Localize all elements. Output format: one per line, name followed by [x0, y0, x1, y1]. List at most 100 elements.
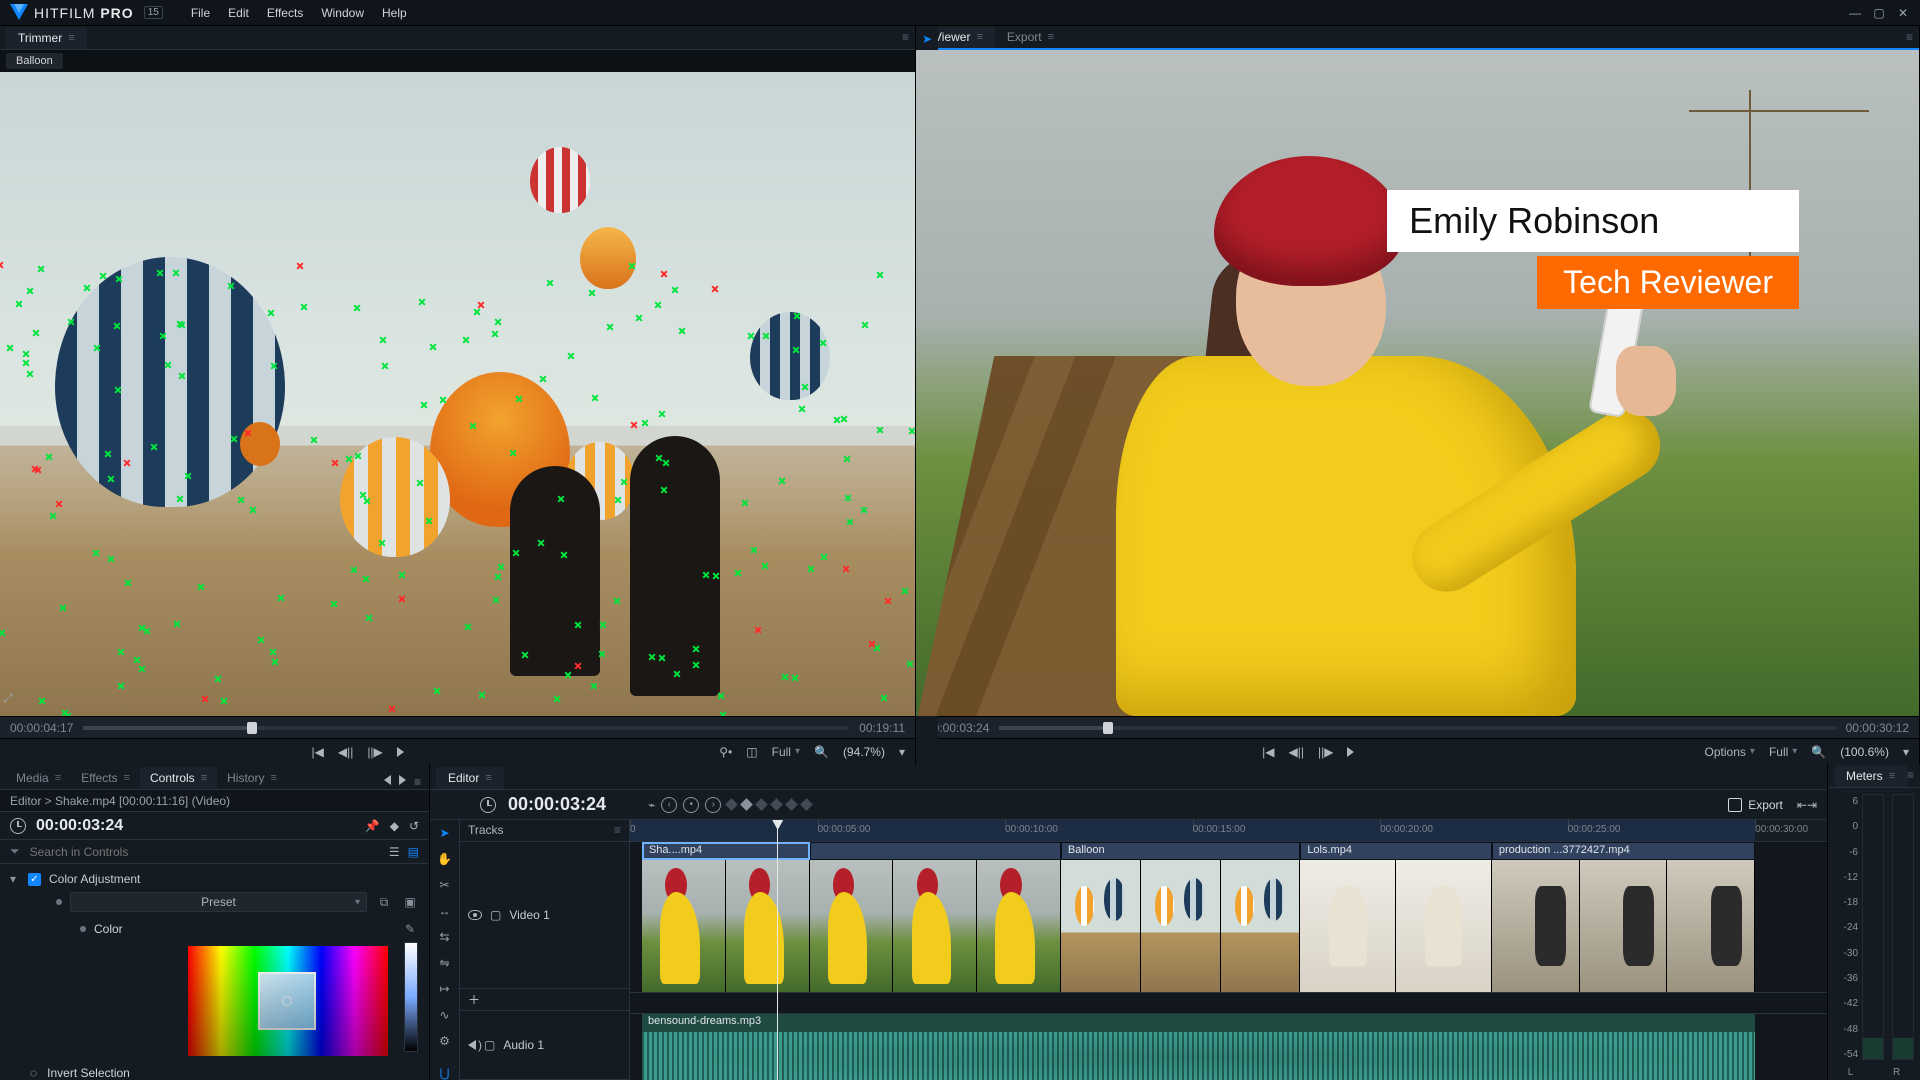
panel-menu-icon[interactable]: ≡ [1906, 30, 1913, 44]
color-cursor[interactable] [258, 972, 316, 1030]
lock-icon[interactable]: ▢ [490, 908, 501, 922]
clip-tab-balloon[interactable]: Balloon [6, 53, 63, 69]
tab-history[interactable]: History≡ [217, 767, 287, 789]
rate-tool-icon[interactable]: ∿ [435, 1008, 455, 1022]
panel-menu-icon[interactable]: ≡ [902, 30, 909, 44]
video-clip[interactable]: production ...3772427.mp4 [1492, 842, 1755, 860]
tab-editor[interactable]: Editor≡ [436, 767, 504, 789]
mask-tool-icon[interactable]: ◫ [746, 745, 757, 759]
marker-icon[interactable] [755, 798, 768, 811]
step-back-button[interactable]: ◀|| [338, 745, 353, 759]
kf-prev-button[interactable]: ‹ [661, 797, 677, 813]
audio-track-header[interactable]: ▢ Audio 1 [460, 1011, 629, 1080]
hamburger-icon[interactable]: ≡ [1048, 31, 1054, 43]
audio-track[interactable]: bensound-dreams.mp3 [630, 1014, 1827, 1080]
add-track-row[interactable]: ＋ [460, 989, 629, 1011]
pin-icon[interactable]: 📌 [365, 819, 380, 833]
viewer-viewport[interactable]: Emily Robinson Tech Reviewer [916, 50, 1919, 716]
invert-selection-row[interactable]: ◌ Invert Selection [0, 1062, 429, 1080]
export-button[interactable]: Export [1728, 798, 1783, 812]
reset-icon[interactable]: ↺ [409, 819, 419, 833]
settings-icon[interactable]: ⚙ [435, 1034, 455, 1048]
menu-edit[interactable]: Edit [228, 6, 249, 20]
search-input[interactable] [30, 845, 379, 859]
select-tool-icon[interactable]: ➤ [918, 30, 936, 48]
enable-checkbox[interactable]: ✓ [28, 873, 41, 886]
viewer-scrubber[interactable] [999, 726, 1835, 730]
copy-preset-icon[interactable]: ⧉ [375, 893, 393, 911]
video-track[interactable]: Sha....mp4 BalloonLols.mp4production ...3… [630, 842, 1827, 992]
marker-icon[interactable] [740, 798, 753, 811]
trimmer-viewport[interactable] [0, 72, 915, 716]
snap-tool-icon[interactable]: ↔ [435, 904, 455, 918]
keyframe-dot-icon[interactable] [56, 899, 62, 905]
nav-fwd-icon[interactable] [399, 775, 406, 785]
marker-icon[interactable] [800, 798, 813, 811]
roll-tool-icon[interactable]: ⇋ [435, 956, 455, 970]
minimize-button[interactable]: — [1848, 6, 1862, 20]
brightness-slider[interactable] [404, 942, 418, 1052]
menu-file[interactable]: File [191, 6, 210, 20]
menu-help[interactable]: Help [382, 6, 407, 20]
zoom-menu-icon[interactable]: ▾ [1903, 745, 1909, 759]
slip-tool-icon[interactable]: ↦ [435, 982, 455, 996]
playhead[interactable] [777, 820, 778, 1080]
maximize-button[interactable]: ▢ [1872, 6, 1886, 20]
color-picker[interactable] [188, 946, 388, 1056]
video-clip[interactable]: Sha....mp4 [642, 842, 810, 860]
timeline-canvas[interactable]: 000:00:05:0000:00:10:0000:00:15:0000:00:… [630, 820, 1827, 1080]
prev-frame-button[interactable]: |◀ [311, 745, 323, 759]
audio-clip[interactable]: bensound-dreams.mp3 [642, 1014, 1755, 1032]
grid-view-icon[interactable]: ▤ [408, 845, 419, 859]
list-view-icon[interactable]: ☰ [389, 845, 400, 859]
kf-toggle-button[interactable]: • [683, 797, 699, 813]
video-track-header[interactable]: ▢ Video 1 [460, 842, 629, 990]
ripple-tool-icon[interactable]: ⇆ [435, 930, 455, 944]
step-back-button[interactable]: ◀|| [1288, 745, 1303, 759]
tracks-menu-icon[interactable]: ≡ [614, 823, 621, 837]
play-button[interactable] [397, 747, 404, 757]
tracking-tool-icon[interactable]: ⚲• [719, 745, 732, 759]
menu-effects[interactable]: Effects [267, 6, 303, 20]
visibility-icon[interactable] [468, 910, 482, 920]
quality-dropdown[interactable]: Full [1769, 745, 1797, 759]
marker-icon[interactable] [770, 798, 783, 811]
video-clip[interactable] [810, 842, 1061, 860]
close-button[interactable]: ✕ [1896, 6, 1910, 20]
eyedropper-icon[interactable]: ✎ [401, 920, 419, 938]
expand-icon[interactable]: ◌ [30, 1066, 37, 1080]
time-ruler[interactable]: 000:00:05:0000:00:10:0000:00:15:0000:00:… [630, 820, 1827, 842]
tab-controls[interactable]: Controls≡ [140, 767, 217, 789]
magnet-icon[interactable]: ⋃ [435, 1066, 455, 1080]
zoom-icon[interactable]: 🔍 [814, 745, 829, 759]
kf-next-button[interactable]: › [705, 797, 721, 813]
tab-export[interactable]: Export≡ [995, 26, 1066, 48]
tab-effects[interactable]: Effects≡ [71, 767, 140, 789]
tab-media[interactable]: Media≡ [6, 767, 71, 789]
in-out-icon[interactable]: ⇤⇥ [1797, 798, 1817, 812]
preset-dropdown[interactable]: Preset [70, 892, 367, 912]
tab-meters[interactable]: Meters≡ [1834, 765, 1907, 787]
step-fwd-button[interactable]: ||▶ [367, 745, 382, 759]
keyframe-icon[interactable]: ◆ [390, 819, 399, 833]
keyframe-dot-icon[interactable] [80, 926, 86, 932]
nav-back-icon[interactable] [384, 775, 391, 785]
tab-trimmer[interactable]: Trimmer≡ [6, 27, 87, 49]
filter-icon[interactable]: ⏷ [10, 844, 20, 859]
menu-window[interactable]: Window [321, 6, 364, 20]
options-dropdown[interactable]: Options [1705, 745, 1755, 759]
effect-node[interactable]: ▾ ✓ Color Adjustment [0, 868, 429, 890]
disclose-icon[interactable]: ▾ [10, 872, 20, 886]
trimmer-scrubber[interactable] [83, 726, 849, 730]
mute-icon[interactable]: ▢ [484, 1038, 495, 1052]
speaker-icon[interactable] [468, 1040, 476, 1050]
play-button[interactable] [1347, 747, 1354, 757]
video-clip[interactable]: Balloon [1061, 842, 1300, 860]
pointer-tool-icon[interactable]: ➤ [435, 826, 455, 840]
hamburger-icon[interactable]: ≡ [68, 32, 74, 44]
hamburger-icon[interactable]: ≡ [976, 31, 982, 43]
zoom-menu-icon[interactable]: ▾ [899, 745, 905, 759]
link-viewers-icon[interactable]: ⤢ [0, 688, 18, 708]
slice-tool-icon[interactable]: ✂ [435, 878, 455, 892]
video-clip[interactable]: Lols.mp4 [1300, 842, 1492, 860]
